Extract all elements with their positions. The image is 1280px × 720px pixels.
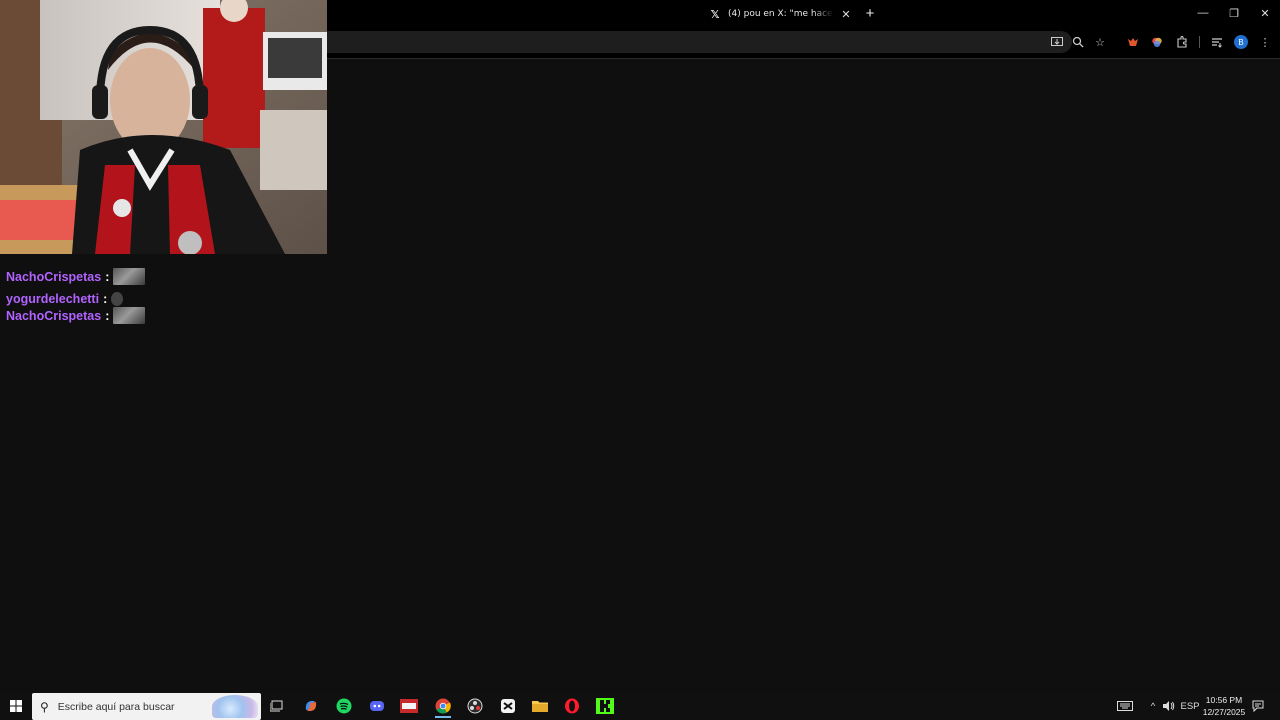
menu-dots-icon[interactable]: ⋮ [1257,34,1273,50]
chat-emote-image [111,292,124,306]
keyboard-icon[interactable] [1114,692,1136,720]
search-placeholder: Escribe aquí para buscar [57,700,175,713]
taskbar-clock[interactable]: 10:56 PM 12/27/2025 [1198,694,1250,718]
capcut-icon[interactable] [495,694,521,718]
webcam-overlay [0,0,327,254]
close-window-button[interactable]: ✕ [1253,4,1277,22]
bookmark-star-icon[interactable]: ☆ [1092,34,1108,50]
kick-icon[interactable] [592,694,618,718]
browser-tab[interactable]: 𝕏 (4) pou en X: "me hace refle ✕ [702,3,858,25]
taskbar-search[interactable]: ⚲ Escribe aquí para buscar [32,693,261,720]
search-icon: ⚲ [40,699,49,714]
clock-date: 12/27/2025 [1202,707,1246,717]
tab-close-icon[interactable]: ✕ [840,8,852,21]
tab-title: (4) pou en X: "me hace refle [728,9,834,19]
restore-button[interactable]: ❐ [1222,4,1246,22]
chat-emote-image [113,268,146,285]
task-view-icon[interactable] [264,694,290,718]
windows-logo-icon [10,700,22,712]
zoom-icon[interactable] [1070,34,1086,50]
reading-list-icon[interactable] [1209,34,1225,50]
chat-separator: : [103,292,108,306]
chat-message: yogurdelechetti : [6,292,124,306]
chat-username: NachoCrispetas [6,308,102,323]
webcam-feed-image [0,0,327,254]
extensions-puzzle-icon[interactable] [1174,34,1190,50]
toolbar-separator [1199,36,1200,48]
extension-color-icon[interactable] [1149,34,1165,50]
chevron-up-icon[interactable]: ^ [1146,692,1160,720]
opera-icon[interactable] [559,694,585,718]
chat-message: NachoCrispetas : [6,268,146,285]
extension-fox-icon[interactable] [1125,34,1141,50]
obs-icon[interactable] [462,694,488,718]
x-logo-icon: 𝕏 [710,7,720,21]
chat-username: NachoCrispetas [6,269,102,284]
copilot-icon[interactable] [298,694,324,718]
spotify-icon[interactable] [331,694,357,718]
clock-time: 10:56 PM [1205,695,1243,705]
chat-separator: : [105,269,110,284]
file-explorer-icon[interactable] [527,694,553,718]
notification-icon[interactable] [1250,692,1266,720]
game-app-icon[interactable] [396,694,422,718]
chat-separator: : [105,308,110,323]
new-tab-button[interactable]: + [862,5,878,22]
minimize-button[interactable]: — [1191,4,1215,22]
volume-icon[interactable] [1162,692,1176,720]
language-indicator[interactable]: ESP [1180,692,1200,720]
install-app-icon[interactable] [1049,34,1065,50]
search-highlight-image [212,695,258,718]
chat-username: yogurdelechetti [6,292,100,306]
chrome-icon[interactable] [430,694,456,718]
profile-avatar-icon[interactable]: B [1234,35,1248,49]
address-bar[interactable] [300,31,1072,53]
discord-icon[interactable] [364,694,390,718]
chat-message: NachoCrispetas : [6,307,146,324]
chat-emote-image [113,307,146,324]
start-button[interactable] [4,692,28,720]
